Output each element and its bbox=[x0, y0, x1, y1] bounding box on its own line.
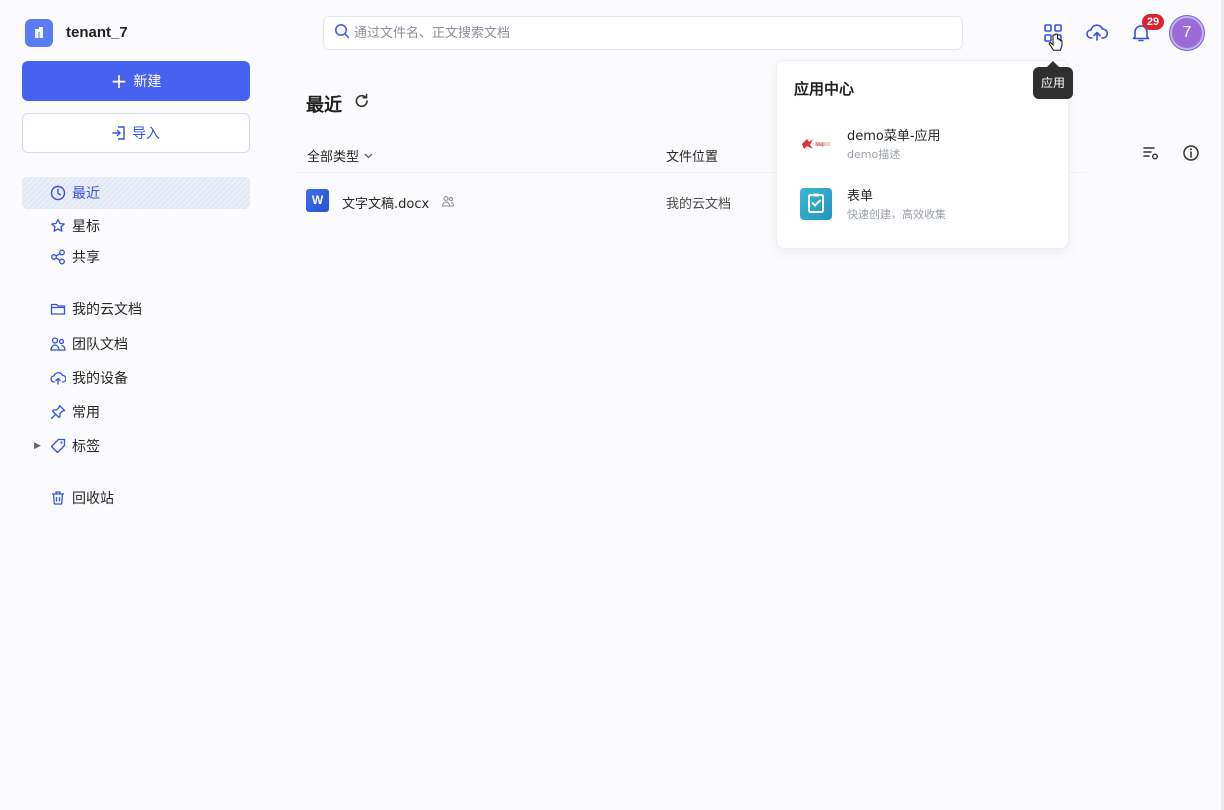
sidebar-item-label: 我的云文档 bbox=[72, 302, 142, 318]
apps-tooltip: 应用 bbox=[1033, 61, 1073, 99]
trash-icon bbox=[50, 490, 66, 506]
demo-app-icon: ShiJi bbox=[800, 128, 832, 160]
tag-icon bbox=[50, 438, 66, 454]
app-description: demo描述 bbox=[847, 148, 901, 161]
search-box[interactable] bbox=[323, 16, 963, 50]
avatar[interactable]: 7 bbox=[1170, 16, 1204, 50]
app-description: 快速创建，高效收集 bbox=[847, 208, 946, 221]
sidebar-item-label: 最近 bbox=[72, 186, 100, 202]
file-name[interactable]: 文字文稿.docx bbox=[342, 193, 429, 212]
sidebar-item-label: 常用 bbox=[72, 405, 100, 421]
sidebar-item-my-docs[interactable]: 我的云文档 bbox=[22, 293, 250, 325]
location-column-header: 文件位置 bbox=[666, 150, 719, 165]
sidebar-item-frequent[interactable]: 常用 bbox=[22, 396, 250, 428]
cloud-device-icon bbox=[50, 370, 66, 386]
app-name: 表单 bbox=[847, 189, 874, 204]
team-icon bbox=[50, 336, 66, 352]
pin-icon bbox=[50, 404, 66, 420]
info-icon[interactable] bbox=[1182, 144, 1200, 162]
type-filter-dropdown[interactable]: 全部类型 bbox=[307, 146, 373, 165]
app-item-form[interactable]: 表单 快速创建，高效收集 bbox=[777, 179, 1070, 227]
sidebar-item-starred[interactable]: 星标 bbox=[22, 210, 250, 242]
app-item-demo[interactable]: ShiJi demo菜单-应用 demo描述 bbox=[777, 119, 1070, 167]
page-title: 最近 bbox=[306, 95, 342, 116]
import-icon bbox=[112, 126, 126, 140]
sidebar-item-team-docs[interactable]: 团队文档 bbox=[22, 328, 250, 360]
svg-text:ShiJi: ShiJi bbox=[816, 142, 824, 147]
sidebar-item-label: 标签 bbox=[72, 439, 100, 455]
share-icon bbox=[50, 249, 66, 265]
chevron-down-icon bbox=[364, 153, 373, 159]
tenant-logo-icon[interactable] bbox=[25, 19, 53, 47]
app-name: demo菜单-应用 bbox=[847, 129, 941, 144]
tenant-name[interactable]: tenant_7 bbox=[66, 24, 128, 41]
sidebar-item-trash[interactable]: 回收站 bbox=[22, 482, 250, 514]
search-input[interactable] bbox=[354, 25, 914, 41]
sidebar-item-label: 团队文档 bbox=[72, 337, 128, 353]
hand-cursor-icon bbox=[1047, 33, 1065, 55]
sidebar-item-label: 回收站 bbox=[72, 491, 114, 507]
clock-icon bbox=[50, 185, 66, 201]
plus-icon: + bbox=[110, 69, 128, 93]
sidebar-item-label: 我的设备 bbox=[72, 371, 128, 387]
search-icon bbox=[334, 23, 350, 43]
word-doc-icon: W bbox=[306, 189, 329, 212]
upload-cloud-icon[interactable] bbox=[1086, 22, 1108, 44]
folder-icon bbox=[50, 301, 66, 317]
new-button-label: 新建 bbox=[133, 74, 162, 90]
shared-users-icon bbox=[441, 194, 455, 208]
refresh-icon[interactable] bbox=[354, 92, 370, 115]
type-filter-label: 全部类型 bbox=[307, 150, 360, 165]
top-header: tenant_7 29 7 bbox=[0, 0, 1224, 62]
notification-badge: 29 bbox=[1142, 14, 1164, 30]
sidebar-item-label: 共享 bbox=[72, 250, 100, 266]
star-icon bbox=[50, 218, 66, 234]
sidebar-item-label: 星标 bbox=[72, 219, 100, 235]
sidebar-item-shared[interactable]: 共享 bbox=[22, 241, 250, 273]
form-icon bbox=[800, 188, 832, 220]
import-button-label: 导入 bbox=[132, 126, 160, 142]
sidebar-item-recent[interactable]: 最近 bbox=[22, 177, 250, 209]
sidebar-item-tags[interactable]: 标签 bbox=[22, 430, 250, 462]
import-button[interactable]: 导入 bbox=[22, 113, 250, 153]
popover-title: 应用中心 bbox=[794, 80, 855, 98]
apps-center-popover: 应用中心 ShiJi demo菜单-应用 demo描述 表单 快速创建，高效收集 bbox=[776, 60, 1069, 249]
new-button[interactable]: + 新建 bbox=[22, 61, 250, 101]
sidebar-item-my-devices[interactable]: 我的设备 bbox=[22, 362, 250, 394]
column-settings-icon[interactable] bbox=[1142, 144, 1160, 162]
file-location: 我的云文档 bbox=[666, 197, 732, 212]
